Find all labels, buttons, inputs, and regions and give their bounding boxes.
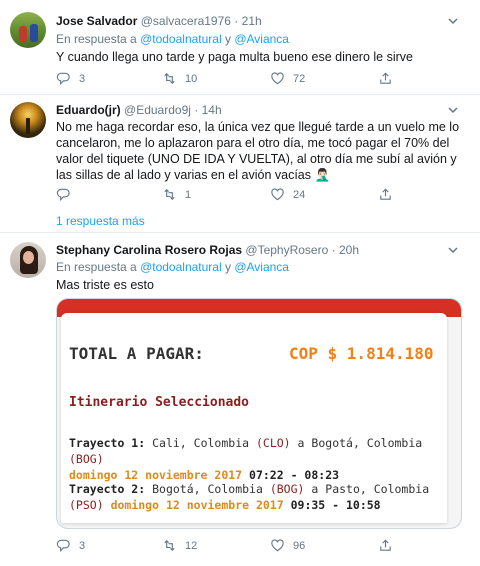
leg-hours: 07:22 - 08:23	[249, 468, 340, 482]
leg-to: Bogotá, Colombia	[311, 436, 423, 450]
like-button[interactable]: 72	[270, 71, 305, 86]
author-handle[interactable]: @Eduardo9j	[124, 103, 191, 117]
itinerary-title: Itinerario Seleccionado	[69, 395, 250, 410]
mention-todoalnatural[interactable]: @todoalnatural	[140, 260, 222, 274]
reply-button[interactable]: 3	[56, 538, 85, 553]
tweet-text: No me haga recordar eso, la única vez qu…	[56, 120, 460, 182]
retweet-count: 12	[185, 539, 198, 552]
like-button[interactable]: 96	[270, 538, 305, 553]
leg-to-code: (BOG)	[69, 452, 104, 466]
leg-label: Trayecto 2:	[69, 482, 146, 496]
separator-dot: ·	[331, 243, 336, 257]
leg-from-code: (BOG)	[269, 482, 305, 496]
heart-icon	[271, 539, 284, 552]
author-name[interactable]: Jose Salvador	[56, 14, 137, 28]
leg-to-code: (PSO)	[69, 498, 104, 512]
leg-date: domingo 12 noviembre 2017	[110, 498, 284, 512]
separator-dot: ·	[194, 103, 199, 117]
share-button[interactable]	[378, 71, 401, 86]
timestamp[interactable]: 21h	[242, 14, 262, 28]
heart-icon	[271, 72, 284, 85]
tweet-text: Mas triste es esto	[56, 278, 154, 292]
leg-connector: a	[311, 482, 319, 496]
reply-button[interactable]: 3	[56, 71, 85, 86]
avatar[interactable]	[10, 12, 46, 48]
reply-prefix: En respuesta a	[56, 32, 137, 46]
reply-icon	[56, 539, 70, 553]
separator-dot: ·	[234, 14, 239, 28]
reply-prefix: En respuesta a	[56, 260, 137, 274]
tweet-jose-salvador[interactable]: Jose Salvador @salvacera1976 · 21h En re…	[0, 0, 480, 94]
leg-label: Trayecto 1:	[69, 436, 146, 450]
leg-to: Pasto, Colombia	[325, 482, 430, 496]
reply-and: y	[224, 260, 231, 274]
mention-avianca[interactable]: @Avianca	[234, 32, 289, 46]
retweet-count: 10	[185, 72, 198, 85]
total-label: TOTAL A PAGAR:	[69, 344, 204, 363]
retweet-button[interactable]: 12	[162, 538, 197, 553]
like-button[interactable]: 24	[270, 187, 305, 202]
heart-icon	[271, 188, 284, 201]
leg-hours: 09:35 - 10:58	[290, 498, 381, 512]
reply-icon	[56, 72, 70, 86]
mention-todoalnatural[interactable]: @todoalnatural	[140, 32, 222, 46]
like-count: 96	[293, 539, 306, 552]
avatar[interactable]	[10, 102, 46, 138]
author-name[interactable]: Eduardo(jr)	[56, 103, 121, 117]
share-icon	[380, 188, 391, 200]
leg-date: domingo 12 noviembre 2017	[69, 468, 243, 482]
reply-context: En respuesta a @todoalnatural y @Avianca	[56, 32, 289, 46]
retweet-icon	[164, 189, 175, 200]
retweet-button[interactable]: 10	[162, 71, 197, 86]
reply-count: 3	[79, 72, 86, 85]
tweet-actions: 3 10 72	[56, 71, 406, 87]
tweet-text: Y cuando llega uno tarde y paga multa bu…	[56, 50, 413, 64]
leg-from: Bogotá, Colombia	[152, 482, 263, 496]
author-name[interactable]: Stephany Carolina Rosero Rojas	[56, 243, 242, 257]
reply-count: 3	[79, 539, 86, 552]
leg-from: Cali, Colombia	[152, 436, 250, 450]
author-handle[interactable]: @salvacera1976	[141, 14, 231, 28]
reply-context: En respuesta a @todoalnatural y @Avianca	[56, 260, 289, 274]
timestamp[interactable]: 20h	[339, 243, 359, 257]
retweet-icon	[164, 73, 175, 84]
tweet-actions: 1 24	[56, 187, 406, 203]
author-handle[interactable]: @TephyRosero	[245, 243, 328, 257]
chevron-down-icon[interactable]	[446, 103, 460, 117]
receipt-panel: TOTAL A PAGAR: COP $ 1.814.180 Itinerari…	[61, 313, 447, 523]
show-more-replies-link[interactable]: 1 respuesta más	[56, 214, 145, 228]
timestamp[interactable]: 14h	[202, 103, 222, 117]
share-button[interactable]	[378, 538, 401, 553]
attached-image[interactable]: TOTAL A PAGAR: COP $ 1.814.180 Itinerari…	[56, 298, 462, 529]
avatar[interactable]	[10, 242, 46, 278]
chevron-down-icon[interactable]	[446, 14, 460, 28]
share-button[interactable]	[378, 187, 401, 202]
retweet-icon	[164, 540, 175, 551]
mention-avianca[interactable]: @Avianca	[234, 260, 289, 274]
tweet-actions: 3 12 96	[56, 538, 406, 554]
like-count: 24	[293, 188, 306, 201]
reply-icon	[56, 188, 70, 202]
leg-from-code: (CLO)	[255, 436, 291, 450]
leg-connector: a	[297, 436, 305, 450]
total-amount: COP $ 1.814.180	[289, 344, 434, 363]
retweet-count: 1	[185, 188, 192, 201]
reply-and: y	[224, 32, 231, 46]
share-icon	[380, 539, 391, 551]
like-count: 72	[293, 72, 306, 85]
reply-button[interactable]	[56, 187, 79, 202]
share-icon	[380, 72, 391, 84]
tweet-eduardo[interactable]: Eduardo(jr) @Eduardo9j · 14h No me haga …	[0, 95, 480, 231]
leg-1: Trayecto 1: Cali, Colombia (CLO) a Bogot…	[69, 435, 439, 483]
chevron-down-icon[interactable]	[446, 243, 460, 257]
retweet-button[interactable]: 1	[162, 187, 191, 202]
leg-2: Trayecto 2: Bogotá, Colombia (BOG) a Pas…	[69, 481, 439, 513]
